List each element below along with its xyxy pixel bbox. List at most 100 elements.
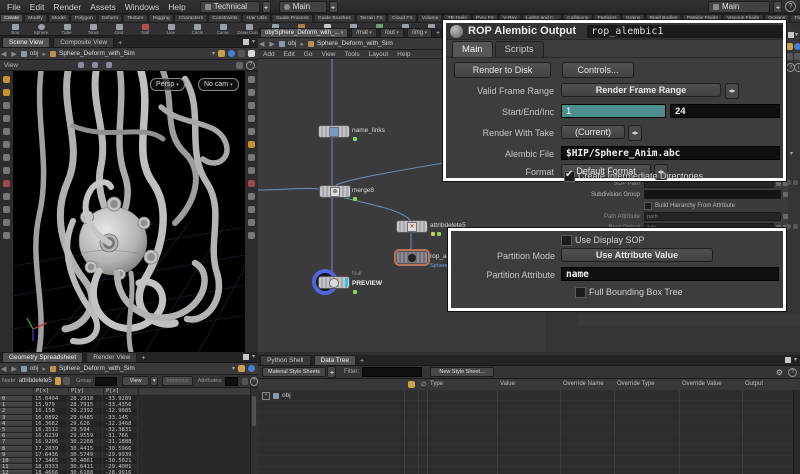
- viewport-tool-icon[interactable]: [248, 180, 255, 187]
- node-flag-icon[interactable]: [437, 232, 441, 236]
- link-icon[interactable]: [228, 50, 235, 57]
- path-root[interactable]: obj: [30, 365, 39, 372]
- render-to-disk-button[interactable]: Render to Disk: [454, 62, 551, 78]
- datatree-body[interactable]: + obj: [258, 390, 800, 474]
- select-tool-icon[interactable]: [78, 62, 84, 68]
- alembic-file-field[interactable]: $HIP/Sphere_Anim.abc: [561, 146, 780, 160]
- pane-tab[interactable]: Render View: [86, 352, 137, 362]
- node-flag-icon[interactable]: [353, 137, 357, 141]
- layout-spinner[interactable]: [262, 1, 271, 13]
- shelf-tab[interactable]: Modify: [24, 14, 47, 21]
- pin-icon[interactable]: [218, 50, 225, 57]
- pane-tab[interactable]: Scene View: [2, 37, 50, 47]
- use-display-sop-checkbox[interactable]: [561, 235, 572, 246]
- clip-icon[interactable]: [786, 180, 791, 185]
- shelf-tool[interactable]: Grid: [106, 23, 132, 36]
- new-stylesheet-button[interactable]: New Style Sheet...: [430, 367, 494, 377]
- node-flag-icon[interactable]: [353, 197, 357, 201]
- node-preview[interactable]: [318, 276, 350, 289]
- path-dropdown-icon[interactable]: ▾: [212, 50, 215, 57]
- menu-item[interactable]: Help: [168, 2, 185, 12]
- pane-tab[interactable]: Composite View: [53, 37, 114, 47]
- column-header[interactable]: Override Value: [682, 381, 722, 387]
- help-icon[interactable]: ?: [788, 368, 797, 377]
- datatree-mode-dropdown[interactable]: Material Style Sheets: [262, 367, 326, 377]
- snapshot-icon[interactable]: [238, 50, 245, 57]
- build-hierarchy-checkbox[interactable]: [644, 202, 652, 210]
- rotate-tool-icon[interactable]: [106, 62, 112, 68]
- path-dropdown-icon[interactable]: ▾: [232, 365, 235, 372]
- viewport-tool-icon[interactable]: [248, 102, 255, 109]
- desktop-selector[interactable]: Main: [279, 1, 327, 13]
- viewport-tool-icon[interactable]: [248, 89, 255, 96]
- viewport-tool-icon[interactable]: [3, 206, 10, 213]
- back-icon[interactable]: ◀: [0, 50, 7, 58]
- pane-menu-icon[interactable]: ▾: [252, 38, 255, 45]
- viewport-tool-icon[interactable]: [248, 154, 255, 161]
- node-name-links[interactable]: [318, 125, 350, 138]
- start-frame-field[interactable]: 1: [561, 104, 666, 118]
- shelf-tool[interactable]: Sphere: [28, 23, 54, 36]
- viewport-tool-icon[interactable]: [3, 128, 10, 135]
- create-dirs-checkbox[interactable]: [564, 171, 575, 182]
- pin-node-icon[interactable]: [55, 377, 62, 385]
- viewport-tool-icon[interactable]: [3, 180, 10, 187]
- shelf-tab[interactable]: Polygon: [71, 14, 97, 21]
- path-node[interactable]: Sphere_Deform_with_Sim: [59, 50, 135, 57]
- path-node[interactable]: Sphere_Deform_with_Sim: [317, 40, 393, 47]
- shelf-tab[interactable]: Volume: [418, 14, 443, 21]
- menu-item[interactable]: Edit: [30, 2, 45, 12]
- node-attribdelete5[interactable]: ✕: [396, 220, 428, 233]
- viewport-tool-icon[interactable]: [248, 128, 255, 135]
- maximize-pane-icon[interactable]: [785, 357, 791, 363]
- render-with-take-dropdown[interactable]: (Current): [561, 125, 625, 139]
- path-root[interactable]: obj: [30, 50, 39, 57]
- path-root[interactable]: obj: [288, 40, 297, 47]
- tab-main[interactable]: Main: [452, 41, 493, 57]
- camera-button[interactable]: No cam: [198, 78, 239, 91]
- shelf-tool[interactable]: Curve: [210, 23, 236, 36]
- subdivision-group-field[interactable]: [644, 190, 781, 199]
- column-header[interactable]: Value: [500, 381, 515, 387]
- column-header[interactable]: Type: [430, 381, 443, 387]
- shelf-tool[interactable]: Line: [158, 23, 184, 36]
- shelf-tool[interactable]: Torus: [80, 23, 106, 36]
- shelf-tab[interactable]: Characters: [175, 14, 208, 21]
- forward-icon[interactable]: ▶: [10, 365, 17, 373]
- datatree-scrollbar[interactable]: [793, 390, 800, 474]
- shelf-tab[interactable]: Constraints: [208, 14, 241, 21]
- attributes-field[interactable]: [225, 377, 239, 386]
- shelf-tab[interactable]: Rigging: [149, 14, 174, 21]
- network-menu-item[interactable]: Help: [397, 51, 410, 58]
- forward-icon[interactable]: ▶: [10, 50, 17, 58]
- viewport-tool-icon[interactable]: [3, 141, 10, 148]
- viewport-tool-icon[interactable]: [248, 115, 255, 122]
- back-icon[interactable]: ◀: [258, 40, 265, 48]
- pane-tab[interactable]: Python Shell: [260, 355, 311, 365]
- column-header[interactable]: Output: [745, 381, 763, 387]
- projection-button[interactable]: Persp: [150, 78, 185, 91]
- network-tab[interactable]: /img: [407, 28, 432, 37]
- viewport-tool-icon[interactable]: [3, 219, 10, 226]
- partition-mode-dropdown[interactable]: Use Attribute Value: [561, 248, 713, 262]
- refresh-icon[interactable]: [242, 378, 248, 385]
- shelf-tab[interactable]: Texture: [123, 14, 148, 21]
- clip-icon[interactable]: [786, 224, 791, 229]
- column-header[interactable]: Override Type: [617, 381, 655, 387]
- full-bbox-checkbox[interactable]: [575, 287, 586, 298]
- link-icon[interactable]: [794, 43, 800, 50]
- viewport-tool-icon[interactable]: [3, 167, 10, 174]
- viewport-tool-icon[interactable]: [3, 232, 10, 239]
- node-flag-icon[interactable]: [353, 290, 357, 294]
- network-menu-item[interactable]: View: [321, 51, 335, 58]
- shelf-tool[interactable]: Null: [132, 23, 158, 36]
- crosshair-icon[interactable]: [236, 62, 243, 69]
- add-pane-tab-button[interactable]: +: [138, 355, 148, 362]
- desktop-spinner[interactable]: [329, 1, 338, 13]
- shelf-tab[interactable]: Model: [48, 14, 70, 21]
- view-dropdown-arrow-icon[interactable]: ▾: [150, 376, 158, 386]
- viewport-tool-icon[interactable]: [3, 76, 10, 83]
- network-menu-item[interactable]: Layout: [369, 51, 389, 58]
- network-menu-item[interactable]: Edit: [284, 51, 295, 58]
- viewport-tool-icon[interactable]: [248, 167, 255, 174]
